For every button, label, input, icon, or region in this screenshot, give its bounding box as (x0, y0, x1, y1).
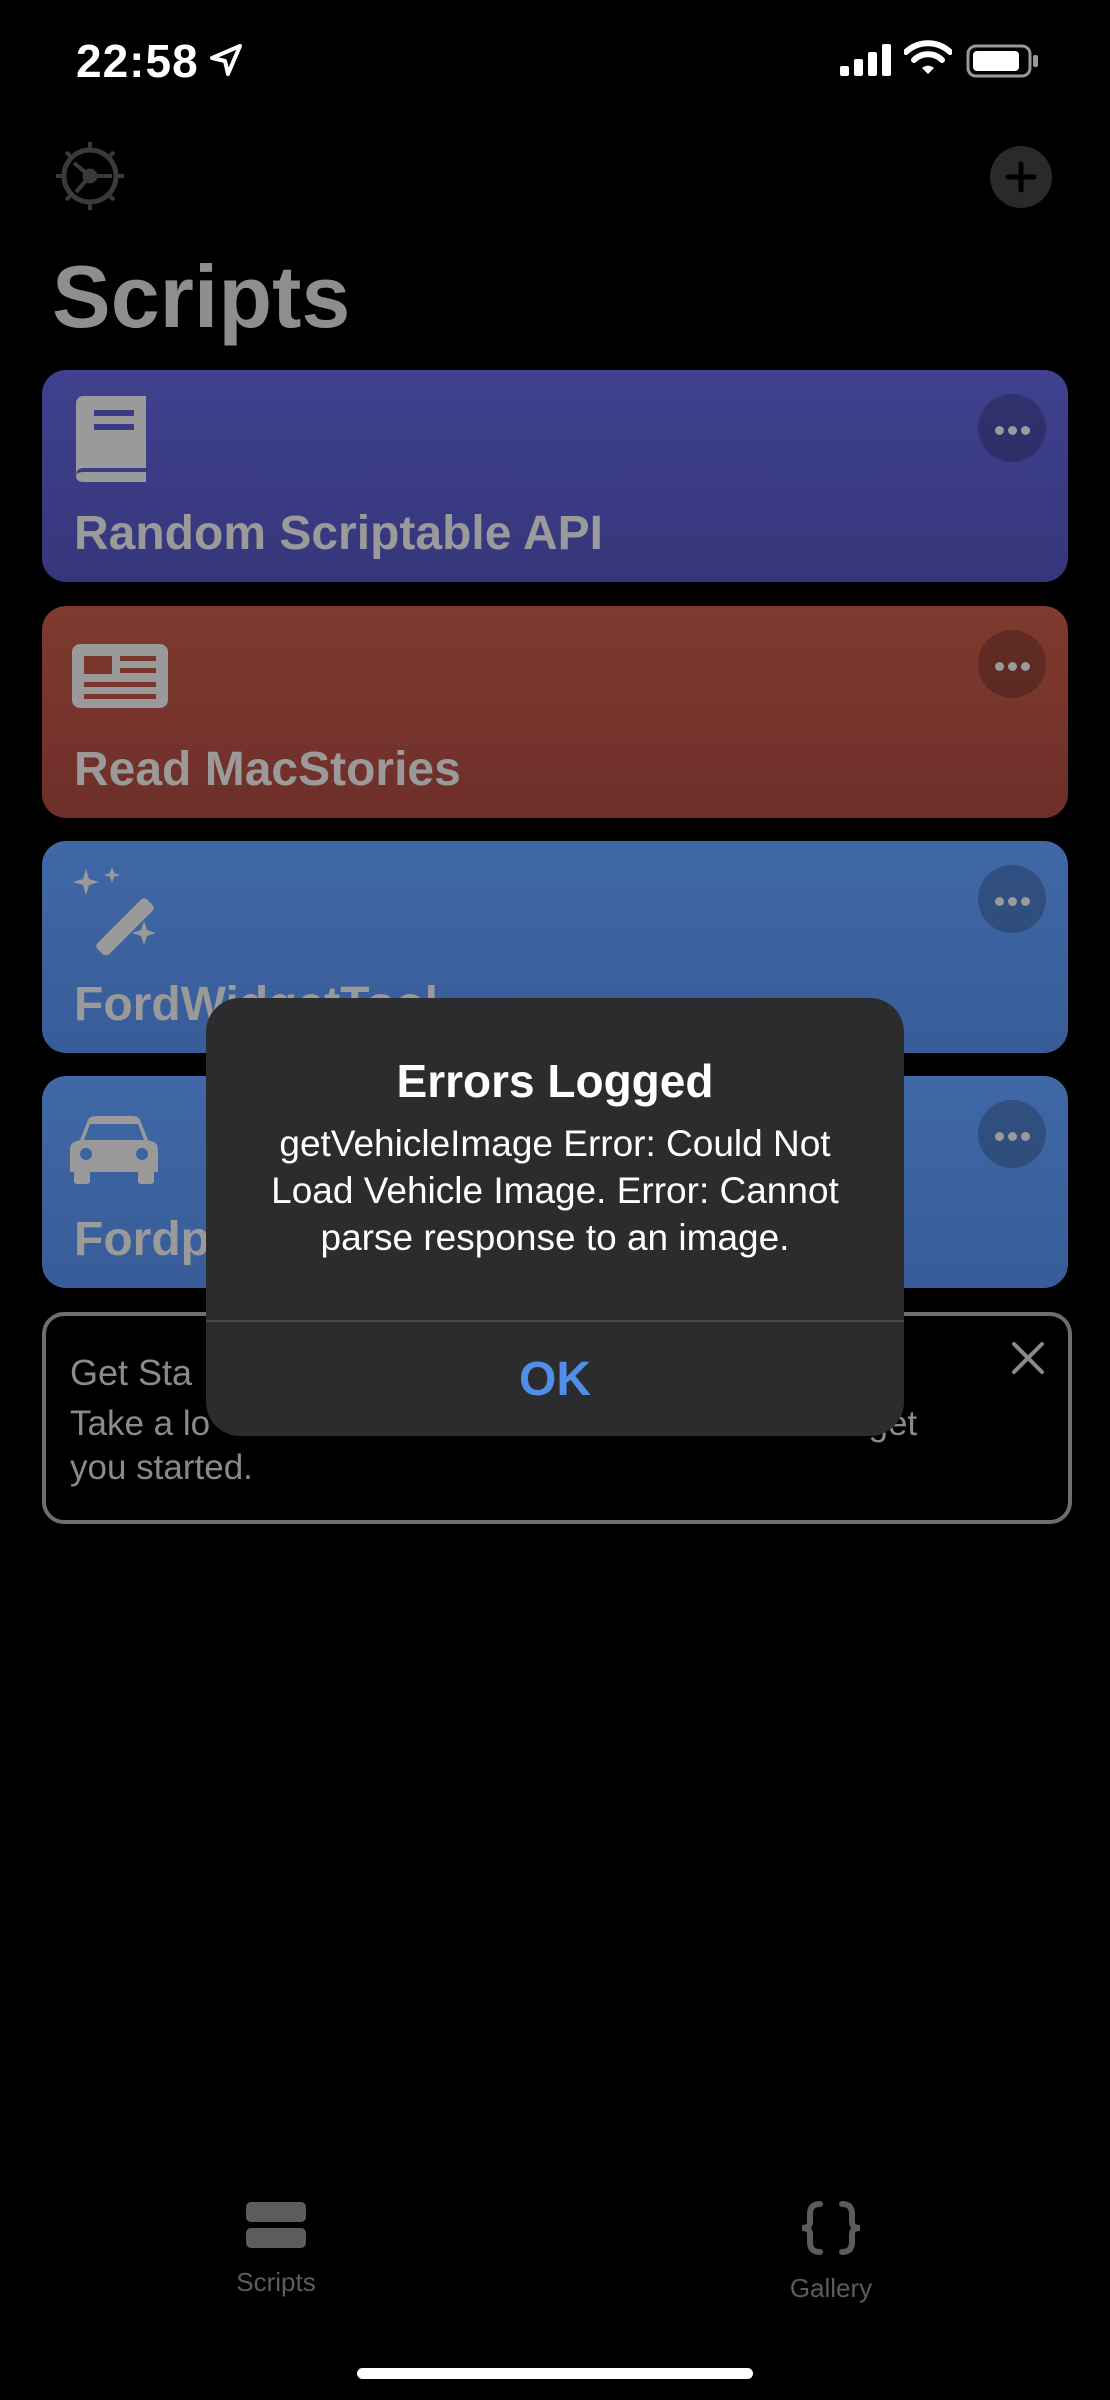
magic-wand-icon (73, 867, 156, 955)
battery-icon (966, 44, 1038, 78)
alert-title: Errors Logged (396, 1055, 714, 1107)
location-arrow-icon (210, 44, 242, 76)
braces-icon (801, 2201, 861, 2255)
more-button[interactable] (978, 630, 1046, 698)
get-started-text-line2: you started. (70, 1448, 253, 1487)
cellular-signal-icon (840, 44, 891, 76)
error-alert-dialog: Errors Logged getVehicleImage Error: Cou… (206, 998, 904, 1436)
add-script-button[interactable] (990, 146, 1052, 208)
plus-icon (1005, 161, 1037, 193)
tab-gallery[interactable]: Gallery (721, 2200, 941, 2304)
more-button[interactable] (978, 1100, 1046, 1168)
close-icon[interactable] (1010, 1340, 1046, 1376)
get-started-title: Get Sta (70, 1352, 193, 1393)
ok-button[interactable]: OK (206, 1322, 904, 1436)
car-icon (70, 1116, 158, 1184)
script-card-read-macstories[interactable]: Read MacStories (42, 606, 1068, 818)
book-icon (76, 396, 146, 482)
script-name: Read MacStories (74, 743, 461, 796)
tab-label: Gallery (789, 2273, 873, 2303)
tab-scripts[interactable]: Scripts (166, 2200, 386, 2298)
page-title: Scripts (52, 247, 351, 346)
script-card-random-scriptable-api[interactable]: Random Scriptable API (42, 370, 1068, 582)
tab-label: Scripts (236, 2267, 316, 2297)
get-started-text-start: Take a lo (70, 1404, 211, 1443)
gear-icon[interactable] (56, 142, 124, 210)
more-button[interactable] (978, 865, 1046, 933)
newspaper-icon (72, 644, 168, 708)
status-time: 22:58 (76, 35, 199, 87)
script-name: Fordp (74, 1213, 210, 1266)
script-name: Random Scriptable API (74, 507, 603, 560)
stack-icon (246, 2202, 306, 2248)
alert-message: getVehicleImage Error: Could Not Load Ve… (271, 1123, 839, 1258)
home-indicator[interactable] (357, 2368, 753, 2379)
wifi-icon (904, 40, 952, 74)
more-button[interactable] (978, 394, 1046, 462)
status-bar: 22:58 (0, 0, 1110, 120)
